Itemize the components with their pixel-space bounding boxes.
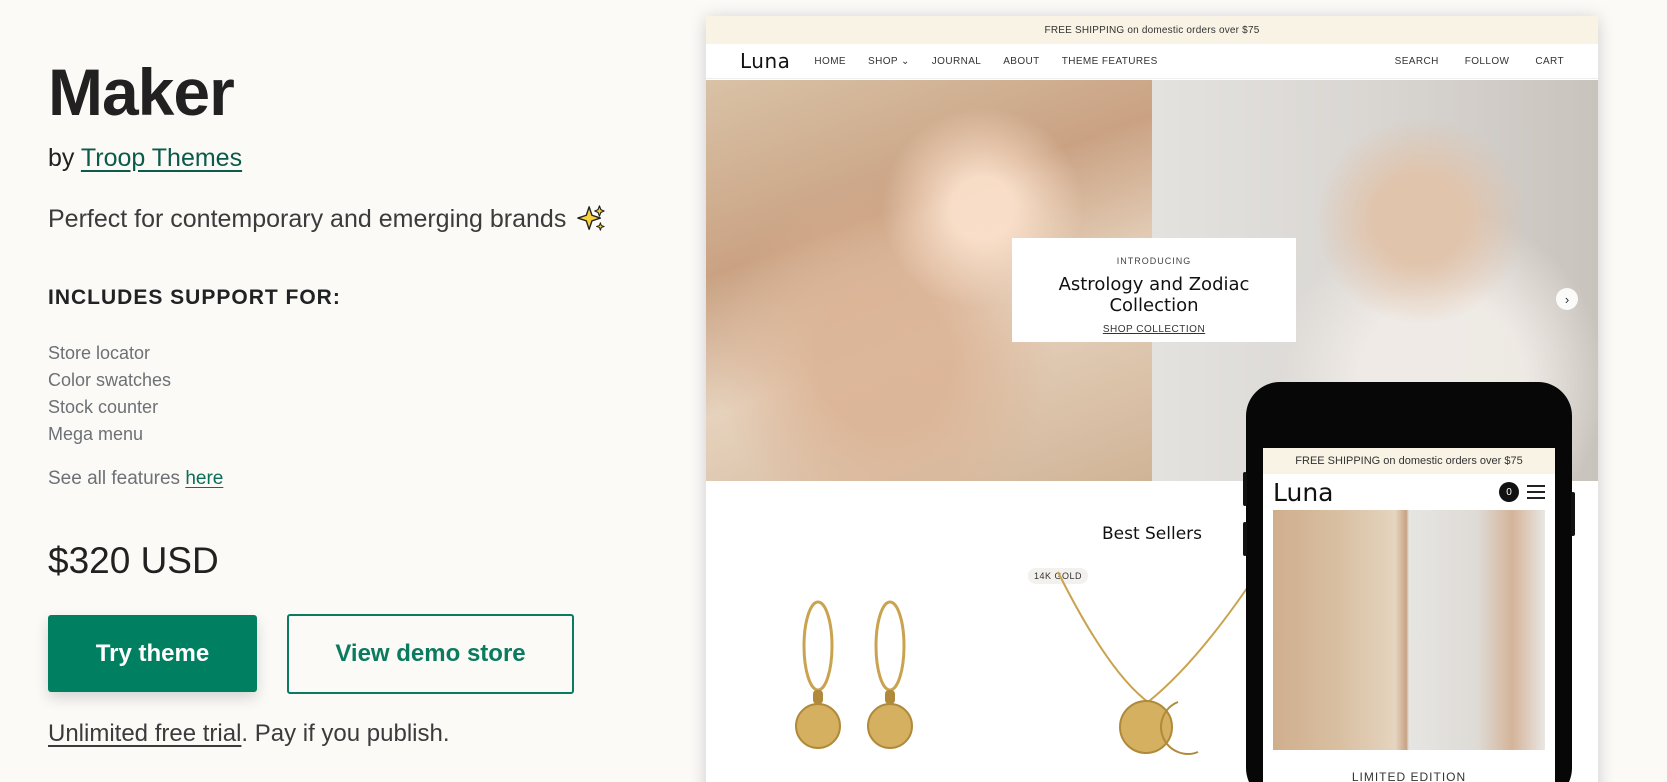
phone-button <box>1243 522 1247 556</box>
feature-list: Store locator Color swatches Stock count… <box>48 340 171 448</box>
nav-left: HOME SHOP ⌄ JOURNAL ABOUT THEME FEATURES <box>814 56 1157 67</box>
mobile-store-logo: Luna <box>1273 477 1334 507</box>
mobile-hero-image <box>1273 510 1545 750</box>
nav-item-theme-features: THEME FEATURES <box>1061 55 1158 67</box>
phone-screen: FREE SHIPPING on domestic orders over $7… <box>1263 448 1555 782</box>
hero-kicker: INTRODUCING <box>1116 256 1192 266</box>
trial-suffix: . Pay if you publish. <box>241 720 450 747</box>
mobile-section-label: LIMITED EDITION <box>1351 770 1467 782</box>
phone-button <box>1243 472 1247 506</box>
chevron-down-icon: ⌄ <box>900 55 910 67</box>
necklace-product-image <box>1057 571 1259 755</box>
nav-item-cart: CART <box>1535 55 1564 67</box>
theme-title: Maker <box>48 55 235 129</box>
chevron-right-icon: › <box>1556 288 1578 310</box>
hero-title: Astrology and Zodiac Collection <box>1058 274 1250 316</box>
support-heading: INCLUDES SUPPORT FOR: <box>48 286 341 309</box>
hero-card: INTRODUCING Astrology and Zodiac Collect… <box>1012 238 1296 342</box>
nav-item-follow: FOLLOW <box>1464 55 1510 67</box>
store-logo: Luna <box>740 49 791 73</box>
free-trial-note: Unlimited free trial. Pay if you publish… <box>48 720 450 748</box>
view-demo-store-button[interactable]: View demo store <box>287 614 574 694</box>
feature-item: Mega menu <box>48 424 144 444</box>
mobile-preview: FREE SHIPPING on domestic orders over $7… <box>1243 382 1575 782</box>
announcement-bar: FREE SHIPPING on domestic orders over $7… <box>706 16 1598 44</box>
feature-item: Stock counter <box>48 397 159 417</box>
hamburger-menu-icon <box>1527 485 1545 499</box>
nav-right: SEARCH FOLLOW CART <box>1395 56 1564 67</box>
nav-item-search: SEARCH <box>1394 55 1439 67</box>
sparkles-icon <box>577 205 606 231</box>
theme-info-panel: Maker by Troop Themes Perfect for contem… <box>48 0 648 782</box>
cart-count-badge: 0 <box>1499 482 1519 502</box>
tagline-text: Perfect for contemporary and emerging br… <box>48 204 567 233</box>
theme-tagline: Perfect for contemporary and emerging br… <box>48 204 606 234</box>
try-theme-button[interactable]: Try theme <box>48 615 257 692</box>
store-navigation: Luna HOME SHOP ⌄ JOURNAL ABOUT THEME FEA… <box>706 44 1598 79</box>
nav-item-about: ABOUT <box>1003 55 1040 67</box>
theme-byline: by Troop Themes <box>48 144 242 173</box>
author-link[interactable]: Troop Themes <box>81 144 242 172</box>
nav-item-journal: JOURNAL <box>931 55 982 67</box>
see-all-features: See all features here <box>48 468 223 490</box>
free-trial-link[interactable]: Unlimited free trial <box>48 720 241 747</box>
see-all-link[interactable]: here <box>185 468 223 489</box>
hero-shop-link: SHOP COLLECTION <box>1102 324 1206 335</box>
mobile-header: Luna 0 <box>1263 474 1555 510</box>
see-all-prefix: See all features <box>48 468 181 489</box>
theme-price: $320 USD <box>48 540 219 581</box>
nav-item-shop-label: SHOP <box>868 55 898 67</box>
feature-item: Store locator <box>48 343 151 363</box>
mobile-announcement-bar: FREE SHIPPING on domestic orders over $7… <box>1263 448 1555 474</box>
nav-item-home: HOME <box>814 55 847 67</box>
nav-item-shop: SHOP ⌄ <box>868 56 910 67</box>
byline-prefix: by <box>48 144 75 172</box>
phone-button <box>1571 492 1575 536</box>
feature-item: Color swatches <box>48 370 172 390</box>
earrings-product-image <box>795 600 913 749</box>
